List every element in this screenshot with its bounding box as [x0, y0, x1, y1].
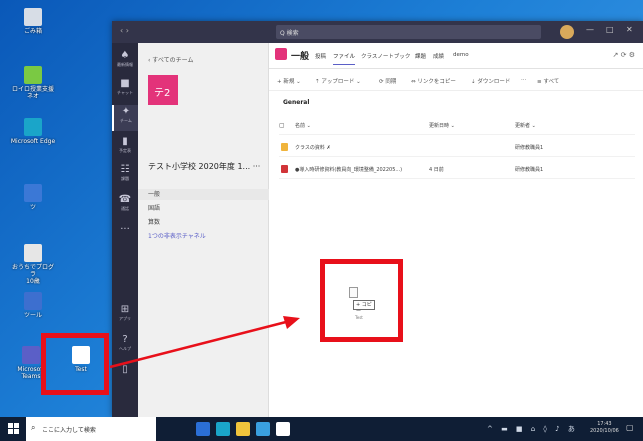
taskbar-app-icon[interactable]	[196, 422, 210, 436]
drag-arrow	[109, 316, 300, 369]
taskbar-app-icon[interactable]	[256, 422, 270, 436]
taskbar: ⌕ ここに入力して検索 ^ ▬ ■ ⌂ ◊ ♪ あ 17:43 2020/10/…	[0, 417, 643, 441]
taskbar-app-icon[interactable]	[216, 422, 230, 436]
search-icon: ⌕	[31, 423, 36, 432]
notification-icon[interactable]: ▢	[626, 423, 634, 432]
clock-time: 17:43	[597, 421, 612, 427]
taskbar-search-input[interactable]: ⌕ ここに入力して検索	[26, 417, 156, 441]
clock[interactable]: 17:43 2020/10/06	[590, 421, 619, 435]
system-tray[interactable]: ^ ▬ ■ ⌂ ◊ ♪ あ	[487, 424, 578, 434]
start-button[interactable]	[8, 423, 20, 435]
taskbar-app-icon[interactable]	[236, 422, 250, 436]
taskbar-app-icon[interactable]	[276, 422, 290, 436]
taskbar-search-placeholder: ここに入力して検索	[42, 427, 96, 434]
clock-date: 2020/10/06	[590, 428, 619, 434]
